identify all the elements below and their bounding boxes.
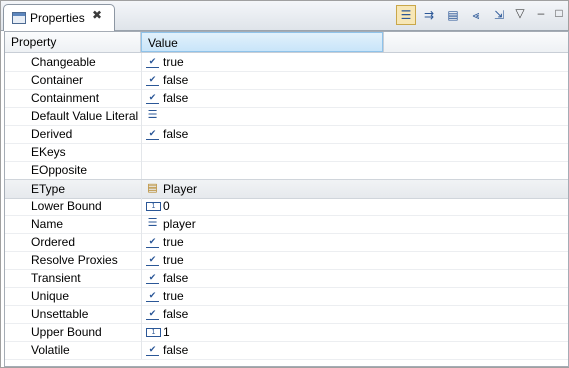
column-divider: [141, 287, 142, 305]
property-value[interactable]: false: [163, 89, 188, 107]
column-divider: [141, 323, 142, 341]
property-name: Name: [31, 217, 64, 231]
boolean-type-icon: ✔: [146, 290, 159, 302]
column-divider: [141, 71, 142, 89]
column-divider: [141, 125, 142, 143]
column-divider: [141, 53, 142, 71]
close-icon[interactable]: ✖: [92, 8, 102, 22]
collapse-icon[interactable]: ⪡: [466, 5, 486, 25]
table-row[interactable]: EOpposite: [5, 161, 568, 180]
view-tab-bar: Properties ✖ ☰ ⇉ ▤ ⪡ ⇲ ▽ – □: [1, 1, 568, 31]
property-value[interactable]: player: [163, 215, 196, 233]
property-value[interactable]: true: [163, 287, 184, 305]
text-type-icon: ☰: [147, 217, 158, 229]
column-header-value[interactable]: Value: [141, 32, 383, 52]
table-row[interactable]: Volatile ✔ false: [5, 341, 568, 360]
property-name: EOpposite: [31, 163, 88, 177]
eclass-icon: ▤: [147, 182, 158, 194]
table-row[interactable]: Ordered ✔ true: [5, 233, 568, 252]
boolean-type-icon: ✔: [146, 272, 159, 284]
table-row[interactable]: Unsettable ✔ false: [5, 305, 568, 324]
property-value[interactable]: 1: [163, 323, 170, 341]
table-row[interactable]: Derived ✔ false: [5, 125, 568, 144]
boolean-type-icon: ✔: [146, 74, 159, 86]
column-divider: [141, 197, 142, 215]
property-value[interactable]: true: [163, 251, 184, 269]
text-type-icon: ☰: [147, 109, 158, 121]
table-row[interactable]: Container ✔ false: [5, 71, 568, 90]
property-name: Ordered: [31, 235, 76, 249]
property-value[interactable]: true: [163, 53, 184, 71]
boolean-type-icon: ✔: [146, 344, 159, 356]
boolean-type-icon: ✔: [146, 92, 159, 104]
property-name: EType: [31, 182, 66, 196]
table-row[interactable]: EKeys: [5, 143, 568, 162]
table-row[interactable]: EType ▤ Player: [5, 179, 568, 199]
properties-view: Properties ✖ ☰ ⇉ ▤ ⪡ ⇲ ▽ – □ Property Value Cha…: [0, 0, 569, 368]
property-name: Unsettable: [31, 307, 89, 321]
table-row[interactable]: Transient ✔ false: [5, 269, 568, 288]
property-value[interactable]: true: [163, 233, 184, 251]
column-divider: [141, 143, 142, 161]
table-header: Property Value: [5, 32, 568, 53]
table-row[interactable]: Lower Bound 1 0: [5, 197, 568, 216]
property-name: Lower Bound: [31, 199, 102, 213]
view-menu-icon[interactable]: ▽: [513, 3, 527, 23]
property-value[interactable]: false: [163, 71, 188, 89]
table-row[interactable]: Unique ✔ true: [5, 287, 568, 306]
boolean-type-icon: ✔: [146, 56, 159, 68]
table-row[interactable]: Changeable ✔ true: [5, 53, 568, 72]
categories-icon[interactable]: ☰: [396, 5, 416, 25]
table-row[interactable]: Resolve Proxies ✔ true: [5, 251, 568, 270]
boolean-type-icon: ✔: [146, 236, 159, 248]
properties-view-icon: [12, 12, 26, 24]
column-divider: [141, 251, 142, 269]
column-divider: [141, 269, 142, 287]
restore-default-icon[interactable]: ▤: [443, 5, 463, 25]
property-name: Containment: [31, 91, 100, 105]
table-row[interactable]: Name ☰ player: [5, 215, 568, 234]
property-name: Changeable: [31, 55, 96, 69]
boolean-type-icon: ✔: [146, 308, 159, 320]
column-divider: [141, 215, 142, 233]
column-divider: [141, 107, 142, 125]
property-name: Container: [31, 73, 84, 87]
properties-tab[interactable]: Properties ✖: [3, 4, 115, 31]
column-divider: [141, 233, 142, 251]
tab-label: Properties: [30, 11, 85, 25]
column-divider: [141, 180, 142, 198]
property-name: Default Value Literal: [31, 109, 139, 123]
maximize-icon[interactable]: □: [552, 3, 566, 23]
table-row[interactable]: Upper Bound 1 1: [5, 323, 568, 342]
property-name: Volatile: [31, 343, 70, 357]
filter-advanced-icon[interactable]: ⇉: [419, 5, 439, 25]
boolean-type-icon: ✔: [146, 254, 159, 266]
property-value[interactable]: false: [163, 305, 188, 323]
property-name: Unique: [31, 289, 70, 303]
property-value[interactable]: 0: [163, 197, 170, 215]
table-row[interactable]: Containment ✔ false: [5, 89, 568, 108]
property-value[interactable]: Player: [163, 180, 197, 198]
property-value[interactable]: false: [163, 341, 188, 359]
property-value[interactable]: false: [163, 269, 188, 287]
pin-icon[interactable]: ⇲: [489, 5, 509, 25]
integer-type-icon: 1: [146, 328, 161, 337]
column-divider: [141, 89, 142, 107]
boolean-type-icon: ✔: [146, 128, 159, 140]
property-name: EKeys: [31, 145, 66, 159]
column-divider: [141, 161, 142, 179]
property-name: Upper Bound: [31, 325, 102, 339]
column-divider: [141, 305, 142, 323]
property-name: Resolve Proxies: [31, 253, 118, 267]
integer-type-icon: 1: [146, 202, 161, 211]
column-header-filler: [383, 32, 568, 52]
minimize-icon[interactable]: –: [534, 3, 548, 23]
property-name: Derived: [31, 127, 73, 141]
property-name: Transient: [31, 271, 81, 285]
column-divider: [141, 341, 142, 359]
property-value[interactable]: false: [163, 125, 188, 143]
column-header-property[interactable]: Property: [5, 32, 141, 52]
property-sheet[interactable]: Property Value Changeable ✔ true Container ✔…: [4, 31, 569, 367]
table-row[interactable]: Default Value Literal ☰: [5, 107, 568, 126]
